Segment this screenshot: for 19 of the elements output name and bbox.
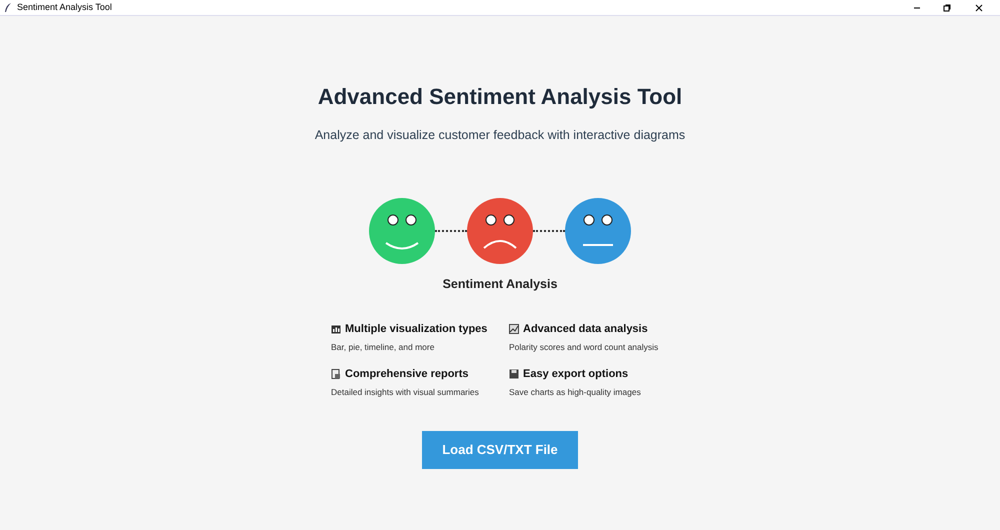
feature-title: Easy export options [523, 366, 628, 382]
subtitle: Analyze and visualize customer feedback with interactive diagrams [314, 127, 686, 144]
load-file-button[interactable]: Load CSV/TXT File [422, 431, 578, 469]
page-heading: Advanced Sentiment Analysis Tool [318, 84, 682, 110]
chart-icon [331, 324, 341, 334]
feather-icon [4, 2, 12, 12]
feature-title: Advanced data analysis [523, 322, 648, 336]
feature-description: Bar, pie, timeline, and more [331, 341, 436, 354]
feature-description: Save charts as high-quality images [509, 386, 642, 399]
window-title: Sentiment Analysis Tool [17, 0, 112, 14]
diagram-label: Sentiment Analysis [442, 276, 558, 293]
feature-description: Detailed insights with visual summaries [331, 386, 480, 399]
feature-title: Comprehensive reports [345, 366, 468, 382]
grid-chart-icon [509, 324, 519, 334]
document-icon [331, 369, 341, 379]
restore-icon [943, 4, 951, 12]
feature-description: Polarity scores and word count analysis [509, 341, 660, 354]
close-icon [975, 4, 983, 12]
feature-title: Multiple visualization types [345, 322, 488, 336]
